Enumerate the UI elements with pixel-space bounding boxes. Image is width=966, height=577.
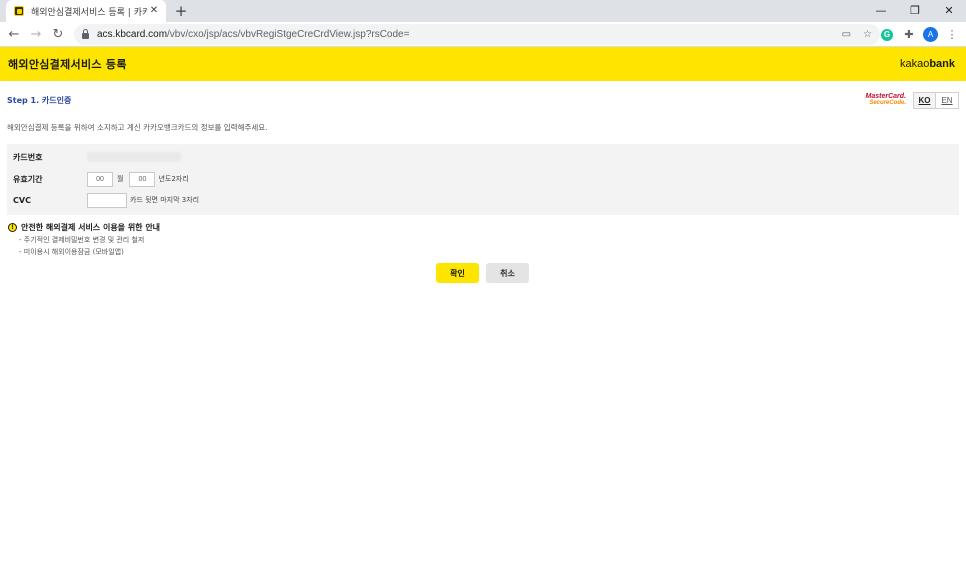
tab-title: 해외안심결제서비스 등록 | 카카오 [31,7,148,18]
browser-tab[interactable]: 해외안심결제서비스 등록 | 카카오 ✕ [6,0,166,22]
window-controls: — ❐ ✕ [864,0,966,22]
star-icon[interactable]: ☆ [863,29,872,40]
form-description: 해외안심결제 등록을 위하여 소지하고 계신 카카오뱅크카드의 정보를 입력해주… [7,123,268,132]
step-right: MasterCard. SecureCode. KO EN [866,91,959,109]
site-favicon-icon [14,6,24,16]
address-bar[interactable]: acs.kbcard.com/vbv/cxo/jsp/acs/vbvRegiSt… [74,24,880,45]
expiry-year-input[interactable]: 00 [129,171,156,187]
brand-light: kakao [899,58,930,70]
browser-tab-strip: 해외안심결제서비스 등록 | 카카오 ✕ + — ❐ ✕ [0,0,966,22]
extension-area: G ✚ A ⋮ [879,25,960,44]
cvc-label: CVC [13,195,31,205]
kebab-menu-icon[interactable]: ⋮ [944,27,960,43]
back-button[interactable]: ← [3,23,25,45]
restore-button[interactable]: ❐ [898,0,932,20]
url-text[interactable]: acs.kbcard.com/vbv/cxo/jsp/acs/vbvRegiSt… [97,29,409,40]
url-path: /vbv/cxo/jsp/acs/vbvRegiStgeCreCrdView.j… [167,29,410,40]
page-header: 해외안심결제서비스 등록 kakaobank [0,47,966,81]
browser-toolbar: ← → ↻ acs.kbcard.com/vbv/cxo/jsp/acs/vbv… [0,22,966,47]
card-form: 카드번호 유효기간 00 월 00 년도2자리 CVC 카드 뒷면 마지막 3자… [7,144,959,215]
cvc-row: CVC 카드 뒷면 마지막 3자리 [13,192,204,208]
lock-icon[interactable] [82,29,89,39]
lang-en-button[interactable]: EN [936,92,958,108]
reader-mode-icon[interactable]: ▭ [842,29,851,40]
cvc-hint: 카드 뒷면 마지막 3자리 [130,196,200,204]
card-number-row: 카드번호 [13,149,181,165]
brand-bold: bank [929,58,955,70]
cancel-button[interactable]: 취소 [486,263,529,283]
step-row: Step 1. 카드인증 MasterCard. SecureCode. KO … [7,91,959,109]
mastercard-securecode-logo: MasterCard. SecureCode. [866,93,906,107]
close-window-button[interactable]: ✕ [932,0,966,20]
mc-line2: SecureCode. [869,100,906,106]
card-number-field[interactable] [87,152,181,162]
lang-ko-button[interactable]: KO [914,92,936,108]
expiry-row: 유효기간 00 월 00 년도2자리 [13,171,194,187]
grammarly-badge: G [881,28,893,41]
notice-header: ! 안전한 해외결제 서비스 이용을 위한 안내 [8,222,160,233]
kakaobank-logo: kakaobank [900,58,955,70]
cvc-input[interactable] [87,192,127,208]
grammarly-icon[interactable]: G [879,27,895,43]
card-number-label: 카드번호 [13,152,43,162]
url-host: acs.kbcard.com [97,29,168,40]
puzzle-icon[interactable]: ✚ [901,27,917,43]
expiry-month-input[interactable]: 00 [87,171,113,187]
mc-line1: MasterCard. [865,93,906,100]
step-title: Step 1. 카드인증 [7,95,72,105]
profile-avatar[interactable]: A [923,27,938,42]
language-switch: KO EN [913,91,959,109]
confirm-button[interactable]: 확인 [436,263,479,283]
security-notice: ! 안전한 해외결제 서비스 이용을 위한 안내 - 주기적인 결제비밀번호 변… [8,222,160,257]
action-buttons: 확인 취소 [436,263,529,283]
notice-title: 안전한 해외결제 서비스 이용을 위한 안내 [21,223,161,232]
expiry-label: 유효기간 [13,174,43,184]
notice-item: - 주기적인 결제비밀번호 변경 및 관리 철저 [19,236,145,244]
forward-button[interactable]: → [25,23,47,45]
reload-button[interactable]: ↻ [47,23,69,45]
omnibox-actions: ▭ ☆ [842,24,872,45]
exclamation-icon: ! [8,223,17,232]
month-unit: 월 [117,175,124,183]
page-title: 해외안심결제서비스 등록 [8,58,127,71]
new-tab-button[interactable]: + [173,3,189,19]
notice-item: - 미이용시 해외이용잠금 (모바일앱) [19,248,124,256]
year-hint: 년도2자리 [158,175,189,183]
close-tab-icon[interactable]: ✕ [148,5,160,17]
minimize-button[interactable]: — [864,0,898,20]
